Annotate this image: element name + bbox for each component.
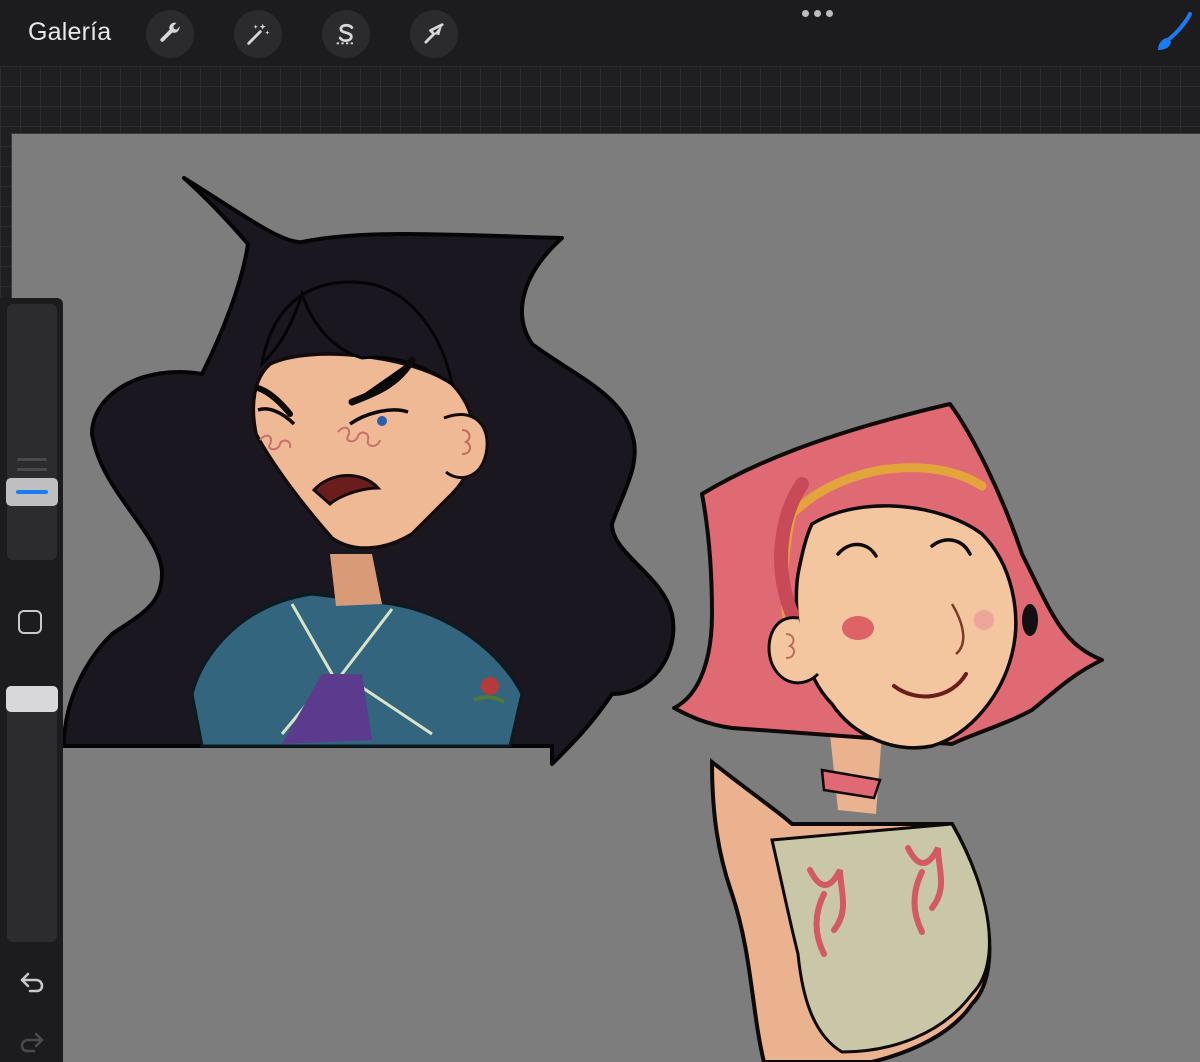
left-sidebar xyxy=(0,298,63,1062)
selection-s-icon[interactable] xyxy=(322,10,370,58)
brush-size-slider[interactable] xyxy=(7,304,57,560)
top-toolbar: Galería xyxy=(0,0,1200,66)
opacity-slider[interactable] xyxy=(7,686,57,942)
ellipsis-icon[interactable] xyxy=(802,10,833,17)
gallery-button[interactable]: Galería xyxy=(28,18,111,47)
redo-icon[interactable] xyxy=(18,1030,46,1054)
size-slider-thumb[interactable] xyxy=(6,478,58,506)
magic-wand-icon[interactable] xyxy=(234,10,282,58)
pink-haired-girl-illustration xyxy=(672,402,1104,1062)
opacity-slider-thumb[interactable] xyxy=(6,686,58,712)
arrow-cursor-icon[interactable] xyxy=(410,10,458,58)
size-indicator-lines xyxy=(17,458,47,478)
square-icon[interactable] xyxy=(18,610,42,634)
artwork-illustration xyxy=(62,176,1104,1062)
brush-icon[interactable] xyxy=(1152,8,1196,58)
undo-icon[interactable] xyxy=(18,970,46,994)
black-haired-girl-illustration xyxy=(62,176,676,766)
wrench-icon[interactable] xyxy=(146,10,194,58)
drawing-canvas[interactable] xyxy=(12,134,1200,1062)
